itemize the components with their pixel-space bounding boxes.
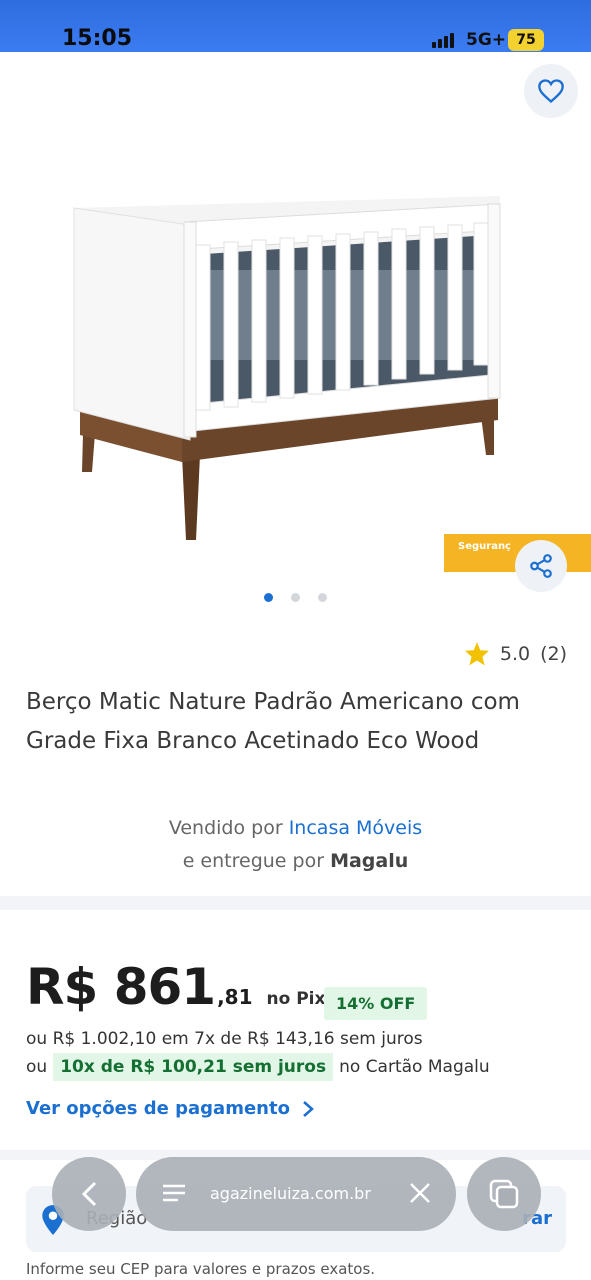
cep-hint: Informe seu CEP para valores e prazos ex… [26, 1260, 376, 1278]
chevron-left-icon [81, 1181, 97, 1207]
gallery-dots [264, 593, 327, 602]
sold-by-prefix: Vendido por [168, 817, 283, 839]
back-button[interactable] [52, 1157, 126, 1231]
battery-indicator: 75 [508, 29, 544, 51]
share-button[interactable] [515, 540, 567, 592]
rating-value: 5.0 [499, 642, 531, 665]
installment-suffix: no Cartão Magalu [339, 1057, 490, 1077]
installment-option: ou R$ 1.002,10 em 7x de R$ 143,16 sem ju… [26, 1029, 423, 1049]
installment-card-option: ou 10x de R$ 100,21 sem juros no Cartão … [26, 1053, 490, 1081]
discount-badge: 14% OFF [324, 987, 428, 1020]
url-text[interactable]: agazineluiza.com.br [210, 1184, 371, 1203]
price-row: R$ 861 ,81 no Pix [26, 958, 325, 1016]
section-divider [0, 896, 591, 910]
status-bar: 15:05 5G+ 75 [0, 0, 591, 52]
close-icon[interactable] [408, 1181, 432, 1205]
chevron-right-icon [303, 1100, 314, 1117]
gallery-dot[interactable] [318, 593, 327, 602]
price-main: R$ 861 [26, 958, 216, 1016]
delivered-by-prefix: e entregue por [182, 850, 325, 872]
installment-highlight: 10x de R$ 100,21 sem juros [53, 1053, 334, 1081]
delivered-by-name: Magalu [330, 850, 409, 872]
seller-link[interactable]: Incasa Móveis [289, 817, 422, 839]
favorite-button[interactable] [524, 64, 578, 118]
promo-text: Seguranç [458, 541, 511, 552]
seller-info: Vendido por Incasa Móveis e entregue por… [0, 812, 591, 878]
product-rating[interactable]: 5.0 (2) [464, 641, 567, 666]
product-image[interactable] [0, 130, 591, 590]
url-bar[interactable]: agazineluiza.com.br [136, 1157, 456, 1231]
star-icon [464, 642, 489, 666]
gallery-dot[interactable] [264, 593, 273, 602]
browser-bottom-bar: agazineluiza.com.br [0, 1154, 591, 1234]
menu-icon[interactable] [160, 1181, 188, 1205]
rating-count: (2) [540, 642, 567, 665]
product-title: Berço Matic Nature Padrão Americano com … [26, 689, 520, 754]
installment-prefix: ou [26, 1057, 48, 1077]
tabs-button[interactable] [467, 1157, 541, 1231]
signal-icon [432, 33, 454, 48]
price-cents: ,81 [217, 985, 253, 1009]
price-method: no Pix [266, 989, 326, 1009]
status-time: 15:05 [62, 26, 133, 51]
tabs-icon [489, 1179, 519, 1209]
heart-outline-icon [538, 79, 564, 104]
payment-options-link[interactable]: Ver opções de pagamento [26, 1098, 314, 1119]
network-label: 5G+ [466, 30, 507, 50]
share-icon [530, 554, 552, 578]
gallery-dot[interactable] [291, 593, 300, 602]
payment-options-label: Ver opções de pagamento [26, 1098, 290, 1119]
